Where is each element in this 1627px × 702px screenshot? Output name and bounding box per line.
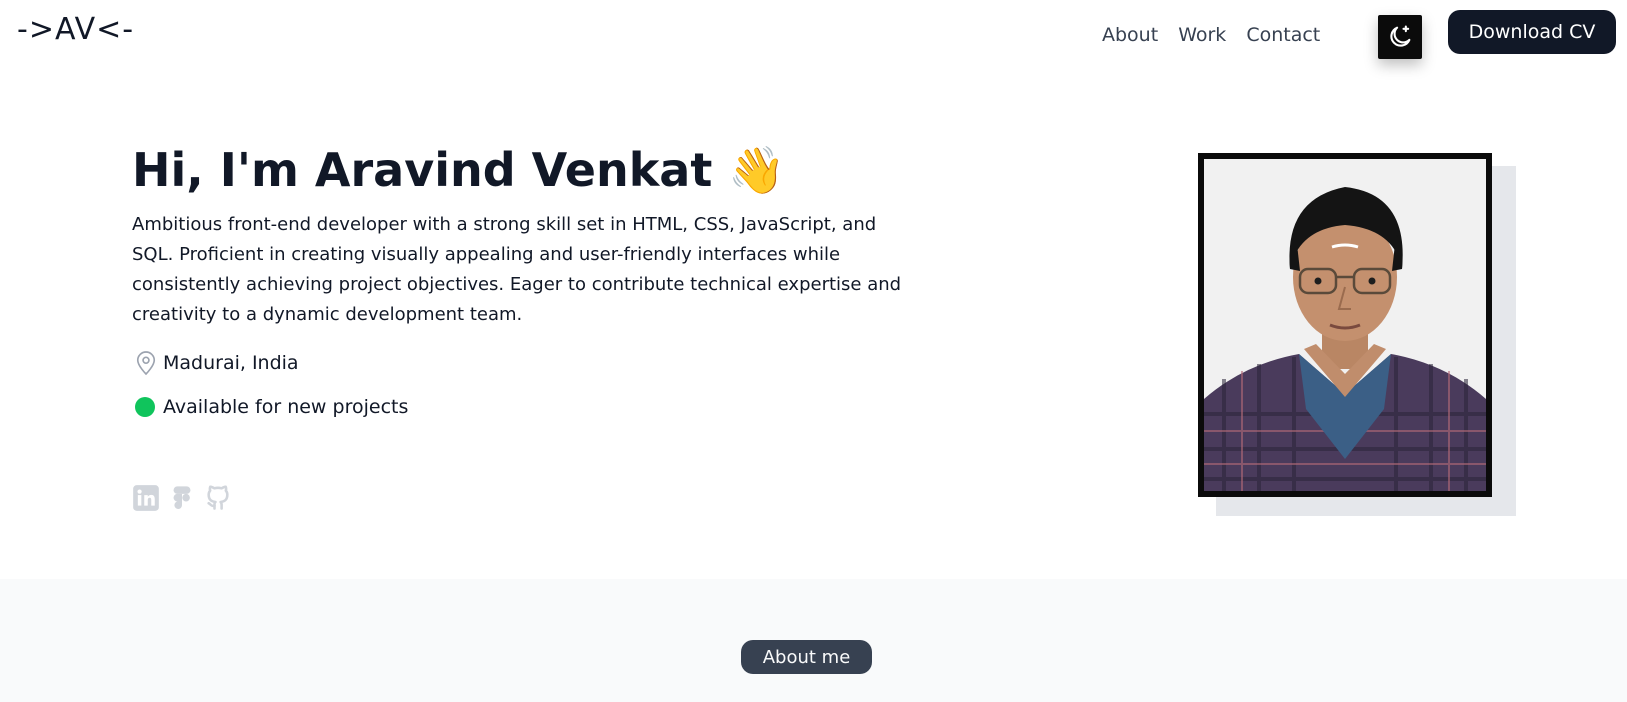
github-icon[interactable] — [204, 484, 232, 512]
main-nav: About Work Contact — [1102, 24, 1320, 46]
status-dot — [135, 397, 155, 417]
about-me-pill[interactable]: About me — [741, 640, 872, 674]
wave-emoji: 👋 — [728, 143, 786, 197]
hero-title: Hi, I'm Aravind Venkat 👋 — [132, 142, 786, 198]
linkedin-icon[interactable] — [132, 484, 160, 512]
availability-text: Available for new projects — [163, 396, 409, 418]
social-links — [132, 484, 232, 512]
nav-link-about[interactable]: About — [1102, 24, 1158, 46]
map-pin-icon — [136, 351, 156, 376]
profile-portrait — [1204, 159, 1486, 491]
availability-row: Available for new projects — [135, 396, 408, 418]
hero-title-text: Hi, I'm Aravind Venkat — [132, 143, 713, 197]
theme-toggle-button[interactable] — [1378, 15, 1422, 59]
hero-bio: Ambitious front-end developer with a str… — [132, 214, 902, 325]
site-logo[interactable]: ->AV<- — [17, 12, 134, 47]
nav-link-contact[interactable]: Contact — [1246, 24, 1320, 46]
figma-icon[interactable] — [168, 484, 196, 512]
moon-sparkle-icon — [1390, 25, 1411, 47]
nav-link-work[interactable]: Work — [1178, 24, 1226, 46]
profile-photo — [1198, 153, 1492, 497]
download-cv-button[interactable]: Download CV — [1448, 10, 1616, 54]
location-row: Madurai, India — [135, 350, 299, 376]
location-text: Madurai, India — [163, 352, 299, 374]
